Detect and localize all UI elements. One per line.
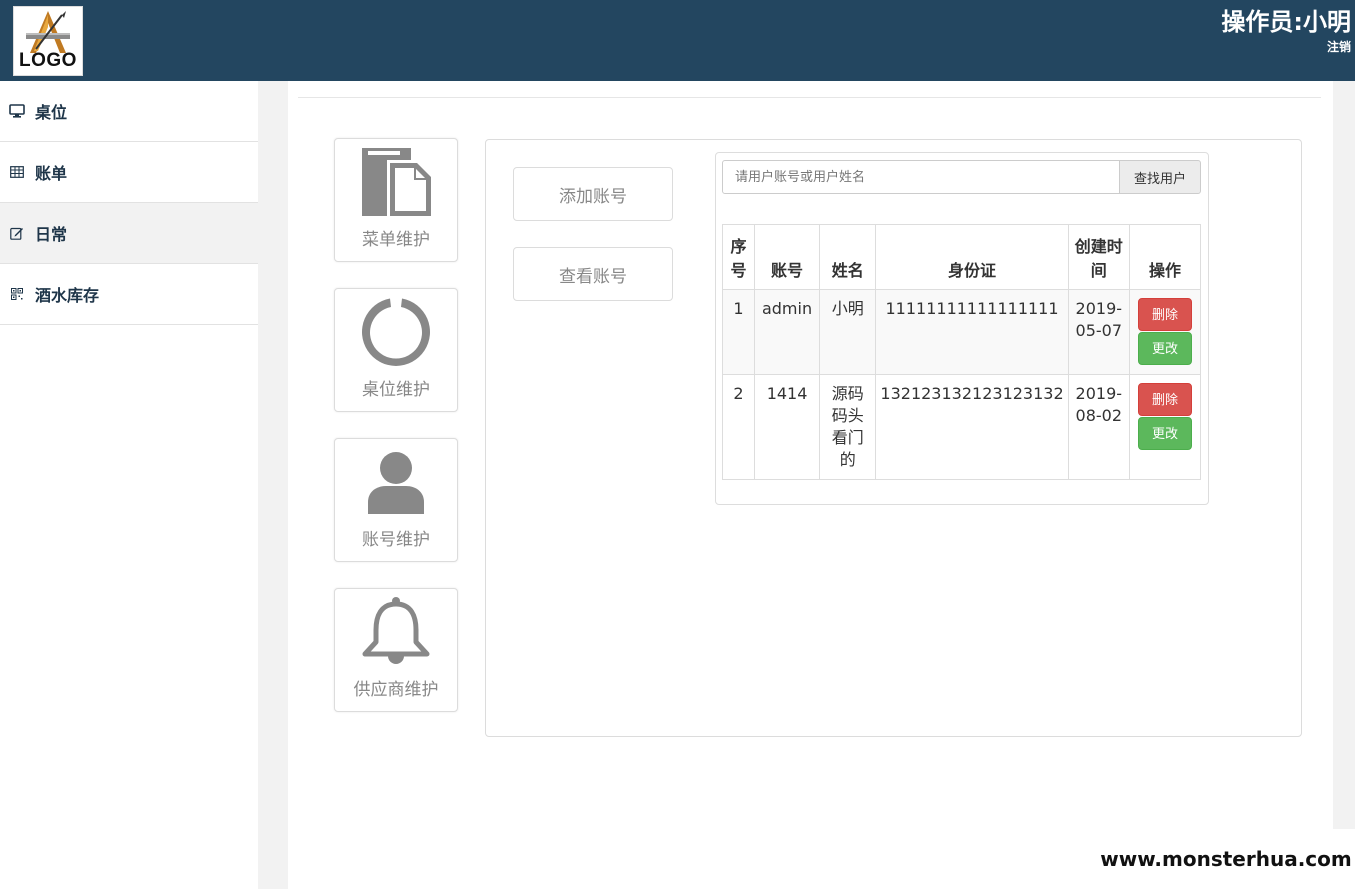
edit-icon — [8, 226, 26, 240]
table-icon — [8, 166, 26, 178]
sidebar-item-bills[interactable]: 账单 — [0, 142, 258, 203]
tile-label: 账号维护 — [362, 530, 430, 550]
logo-graphic-icon — [26, 11, 70, 53]
logo-text: LOGO — [19, 50, 77, 71]
table-header-row: 序号 账号 姓名 身份证 创建时间 操作 — [722, 224, 1202, 290]
sidebar-item-tables[interactable]: 桌位 — [0, 81, 258, 142]
operator-name: 操作员:小明 — [1221, 8, 1351, 36]
tile-label: 菜单维护 — [362, 230, 430, 250]
delete-button[interactable]: 删除 — [1137, 383, 1192, 416]
cell-account: 1414 — [753, 374, 821, 480]
sidebar-item-beverage-stock[interactable]: 酒水库存 — [0, 264, 258, 325]
sidebar-item-label: 桌位 — [35, 103, 68, 122]
user-icon — [335, 445, 457, 519]
column-header-id-card: 身份证 — [875, 224, 1069, 290]
column-header-created: 创建时间 — [1067, 224, 1130, 290]
circle-notch-icon — [335, 295, 457, 369]
column-header-index: 序号 — [722, 224, 755, 290]
top-header: LOGO 操作员:小明 注销 — [0, 0, 1355, 81]
cell-created: 2019-05-07 — [1067, 289, 1130, 375]
sidebar: 桌位 账单 日常 酒水库存 — [0, 81, 258, 889]
cell-account: admin — [753, 289, 821, 375]
add-account-button[interactable]: 添加账号 — [513, 167, 673, 221]
column-header-actions: 操作 — [1128, 224, 1202, 290]
cell-index: 1 — [722, 289, 755, 375]
search-button[interactable]: 查找用户 — [1119, 160, 1201, 194]
cell-actions: 删除 更改 — [1128, 289, 1202, 375]
cell-name: 源码码头看门的 — [819, 374, 877, 480]
tile-label: 桌位维护 — [362, 380, 430, 400]
divider — [298, 97, 1321, 98]
edit-button[interactable]: 更改 — [1137, 332, 1192, 365]
tile-supplier-maintenance[interactable]: 供应商维护 — [334, 588, 458, 712]
page-gutter — [1333, 81, 1355, 889]
user-table: 序号 账号 姓名 身份证 创建时间 操作 1 admin 小明 11111111… — [722, 224, 1202, 480]
qrcode-icon — [8, 288, 26, 300]
tile-table-maintenance[interactable]: 桌位维护 — [334, 288, 458, 412]
column-header-name: 姓名 — [819, 224, 877, 290]
cell-name: 小明 — [819, 289, 877, 375]
table-row: 2 1414 源码码头看门的 132123132123123132 2019-0… — [722, 374, 1202, 480]
sidebar-item-label: 账单 — [35, 164, 68, 183]
file-icon — [335, 145, 457, 219]
account-panel: 添加账号 查看账号 查找用户 序号 账号 姓名 身份证 创建时间 操作 — [485, 139, 1302, 737]
cell-index: 2 — [722, 374, 755, 480]
sidebar-item-label: 日常 — [35, 225, 68, 244]
sidebar-item-daily[interactable]: 日常 — [0, 203, 258, 264]
cell-id-card: 132123132123123132 — [875, 374, 1069, 480]
bell-icon — [335, 595, 457, 669]
sidebar-item-label: 酒水库存 — [35, 286, 100, 305]
delete-button[interactable]: 删除 — [1137, 298, 1192, 331]
column-header-account: 账号 — [753, 224, 821, 290]
watermark: www.monsterhua.com — [1097, 829, 1355, 889]
tile-menu-maintenance[interactable]: 菜单维护 — [334, 138, 458, 262]
tile-account-maintenance[interactable]: 账号维护 — [334, 438, 458, 562]
search-input[interactable] — [722, 160, 1120, 194]
logo: LOGO — [13, 6, 83, 76]
cell-actions: 删除 更改 — [1128, 374, 1202, 480]
view-account-button[interactable]: 查看账号 — [513, 247, 673, 301]
tile-label: 供应商维护 — [353, 680, 439, 700]
user-list-box: 查找用户 序号 账号 姓名 身份证 创建时间 操作 — [715, 152, 1209, 505]
cell-created: 2019-08-02 — [1067, 374, 1130, 480]
logout-link[interactable]: 注销 — [1327, 38, 1351, 55]
table-row: 1 admin 小明 11111111111111111 2019-05-07 … — [722, 289, 1202, 375]
edit-button[interactable]: 更改 — [1137, 417, 1192, 450]
monitor-icon — [8, 104, 26, 118]
cell-id-card: 11111111111111111 — [875, 289, 1069, 375]
main-content: 菜单维护 桌位维护 账号维护 供应商维护 添加账号 查看账号 请用户账号或用户姓… — [288, 81, 1333, 889]
